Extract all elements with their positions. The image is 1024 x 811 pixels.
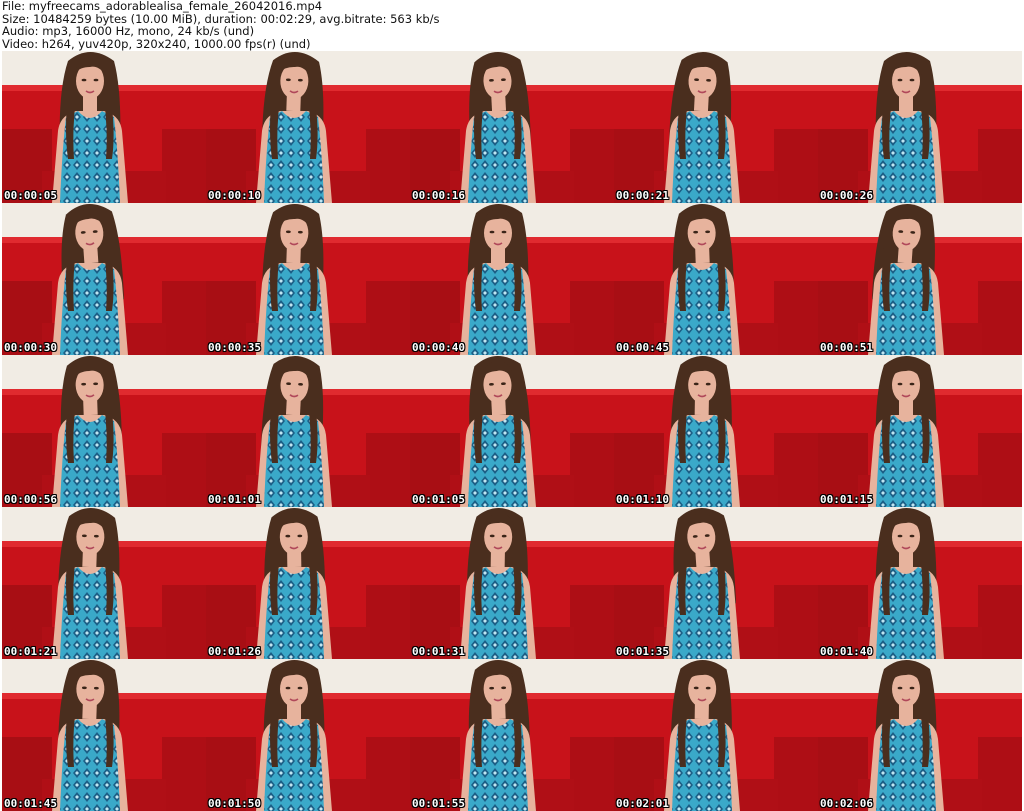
thumbnail-timestamp: 00:00:45	[616, 341, 669, 354]
video-thumbnail: 00:01:55	[410, 659, 614, 811]
file-name-line: File: myfreecams_adorablealisa_female_26…	[2, 0, 323, 13]
video-thumbnail: 00:00:30	[2, 203, 206, 355]
thumbnail-frame-image	[410, 507, 614, 659]
thumbnail-frame-image	[614, 659, 818, 811]
video-thumbnail: 00:01:10	[614, 355, 818, 507]
thumbnail-timestamp: 00:01:01	[208, 493, 261, 506]
thumbnail-timestamp: 00:01:35	[616, 645, 669, 658]
thumbnail-timestamp: 00:00:10	[208, 189, 261, 202]
video-thumbnail: 00:00:10	[206, 51, 410, 203]
video-thumbnail: 00:00:40	[410, 203, 614, 355]
thumbnail-timestamp: 00:01:55	[412, 797, 465, 810]
thumbnail-timestamp: 00:01:26	[208, 645, 261, 658]
thumbnail-timestamp: 00:01:50	[208, 797, 261, 810]
video-thumbnail: 00:01:31	[410, 507, 614, 659]
thumbnail-frame-image	[2, 507, 206, 659]
video-thumbnail: 00:00:45	[614, 203, 818, 355]
thumbnail-timestamp: 00:00:26	[820, 189, 873, 202]
thumbnail-timestamp: 00:01:05	[412, 493, 465, 506]
video-thumbnail: 00:00:26	[818, 51, 1022, 203]
thumbnail-timestamp: 00:00:16	[412, 189, 465, 202]
audio-info-line: Audio: mp3, 16000 Hz, mono, 24 kb/s (und…	[2, 24, 255, 38]
thumbnail-timestamp: 00:01:15	[820, 493, 873, 506]
video-thumbnail: 00:01:50	[206, 659, 410, 811]
thumbnail-frame-image	[2, 51, 206, 203]
thumbnail-frame-image	[206, 51, 410, 203]
thumbnail-timestamp: 00:00:21	[616, 189, 669, 202]
thumbnail-timestamp: 00:02:01	[616, 797, 669, 810]
thumbnail-frame-image	[818, 659, 1022, 811]
thumbnail-timestamp: 00:00:56	[4, 493, 57, 506]
thumbnail-frame-image	[818, 355, 1022, 507]
video-thumbnail: 00:01:01	[206, 355, 410, 507]
thumbnail-frame-image	[2, 203, 206, 355]
video-thumbnail: 00:01:26	[206, 507, 410, 659]
thumbnail-timestamp: 00:01:31	[412, 645, 465, 658]
video-thumbnail: 00:01:40	[818, 507, 1022, 659]
thumbnail-frame-image	[818, 51, 1022, 203]
thumbnail-timestamp: 00:00:51	[820, 341, 873, 354]
video-thumbnail: 00:01:15	[818, 355, 1022, 507]
thumbnail-timestamp: 00:00:30	[4, 341, 57, 354]
thumbnail-frame-image	[410, 203, 614, 355]
video-thumbnail: 00:01:45	[2, 659, 206, 811]
thumbnail-frame-image	[410, 659, 614, 811]
thumbnail-timestamp: 00:01:45	[4, 797, 57, 810]
thumbnail-grid: 00:00:05 00:00:10 00:00:16 00:00:21 00:00:26…	[2, 51, 1022, 811]
video-thumbnail: 00:01:21	[2, 507, 206, 659]
thumbnail-frame-image	[614, 507, 818, 659]
thumbnail-frame-image	[614, 51, 818, 203]
file-info-header: File: myfreecams_adorablealisa_female_26…	[2, 0, 1022, 50]
video-thumbnail: 00:01:05	[410, 355, 614, 507]
video-thumbnail: 00:00:05	[2, 51, 206, 203]
thumbnail-frame-image	[206, 659, 410, 811]
video-thumbnail: 00:02:01	[614, 659, 818, 811]
thumbnail-frame-image	[614, 203, 818, 355]
thumbnail-frame-image	[206, 355, 410, 507]
thumbnail-timestamp: 00:02:06	[820, 797, 873, 810]
thumbnail-frame-image	[818, 203, 1022, 355]
thumbnail-frame-image	[2, 355, 206, 507]
thumbnail-frame-image	[2, 659, 206, 811]
thumbnail-timestamp: 00:00:35	[208, 341, 261, 354]
video-thumbnail: 00:00:51	[818, 203, 1022, 355]
thumbnail-frame-image	[410, 51, 614, 203]
video-thumbnail: 00:01:35	[614, 507, 818, 659]
thumbnail-timestamp: 00:00:05	[4, 189, 57, 202]
video-thumbnail: 00:02:06	[818, 659, 1022, 811]
thumbnail-timestamp: 00:01:10	[616, 493, 669, 506]
video-info-line: Video: h264, yuv420p, 320x240, 1000.00 f…	[2, 36, 311, 51]
thumbnail-frame-image	[410, 355, 614, 507]
video-thumbnail: 00:00:56	[2, 355, 206, 507]
thumbnail-timestamp: 00:00:40	[412, 341, 465, 354]
thumbnail-frame-image	[206, 507, 410, 659]
video-thumbnail: 00:00:21	[614, 51, 818, 203]
thumbnail-timestamp: 00:01:21	[4, 645, 57, 658]
video-thumbnail: 00:00:16	[410, 51, 614, 203]
thumbnail-frame-image	[206, 203, 410, 355]
video-thumbnail: 00:00:35	[206, 203, 410, 355]
thumbnail-frame-image	[614, 355, 818, 507]
thumbnail-frame-image	[818, 507, 1022, 659]
thumbnail-timestamp: 00:01:40	[820, 645, 873, 658]
